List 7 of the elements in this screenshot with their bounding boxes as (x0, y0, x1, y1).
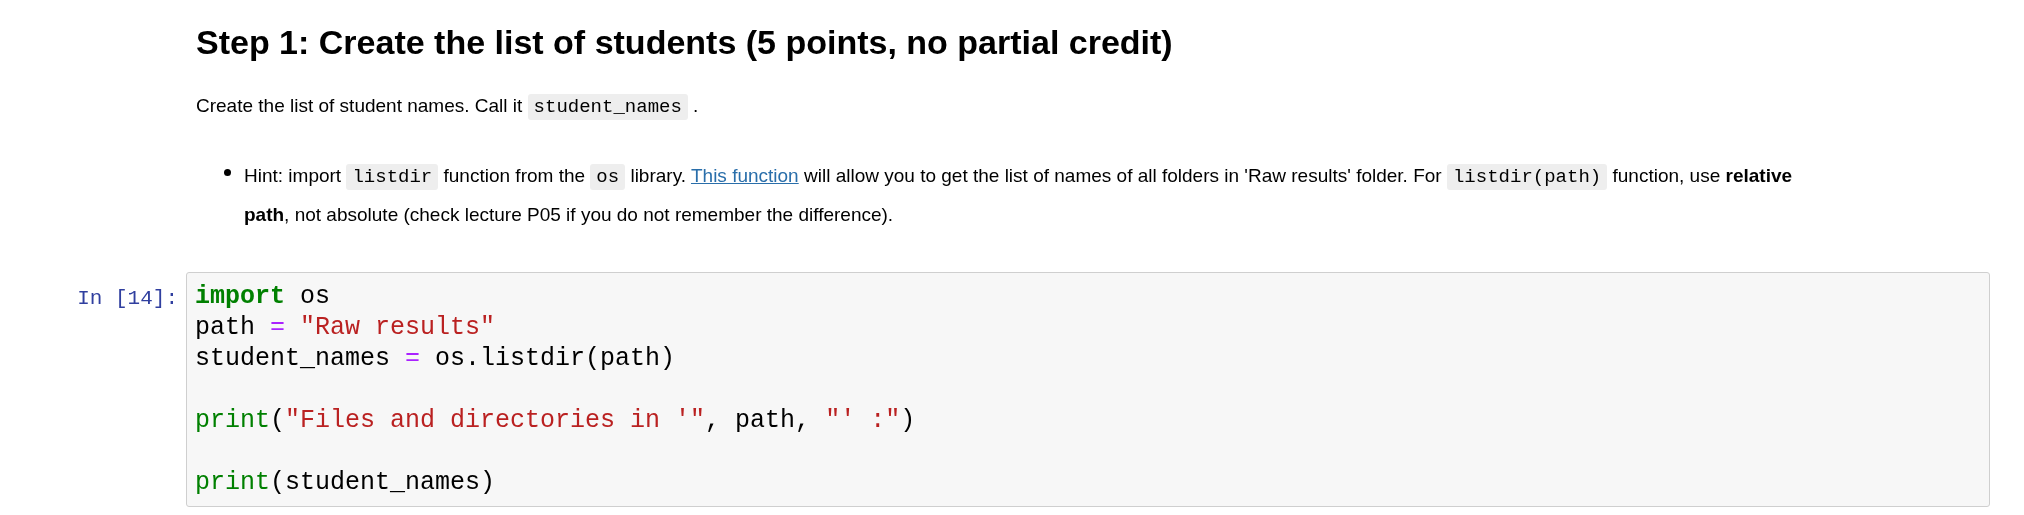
bullet-icon (224, 169, 231, 176)
code-cell[interactable]: import os path = "Raw results" student_names = os.listdir(path) print("Files and directories in '", path, "' :") print(student_names) (186, 272, 1990, 507)
function-link[interactable]: This function (690, 165, 799, 186)
instruction-text: Create the list of student names. Call it student_names . (196, 93, 700, 121)
section-heading: Step 1: Create the list of students (5 points, no partial credit) (196, 22, 1174, 63)
cell-prompt: In [14]: (76, 286, 179, 312)
hint-text: Hint: import listdir function from the os library. This function will allow you to get the list of names of all folders in 'Raw results' folder. For listdir(path) function, use relative path, not absolute (check lecture P05 if you do not remember the difference). (244, 163, 1794, 227)
